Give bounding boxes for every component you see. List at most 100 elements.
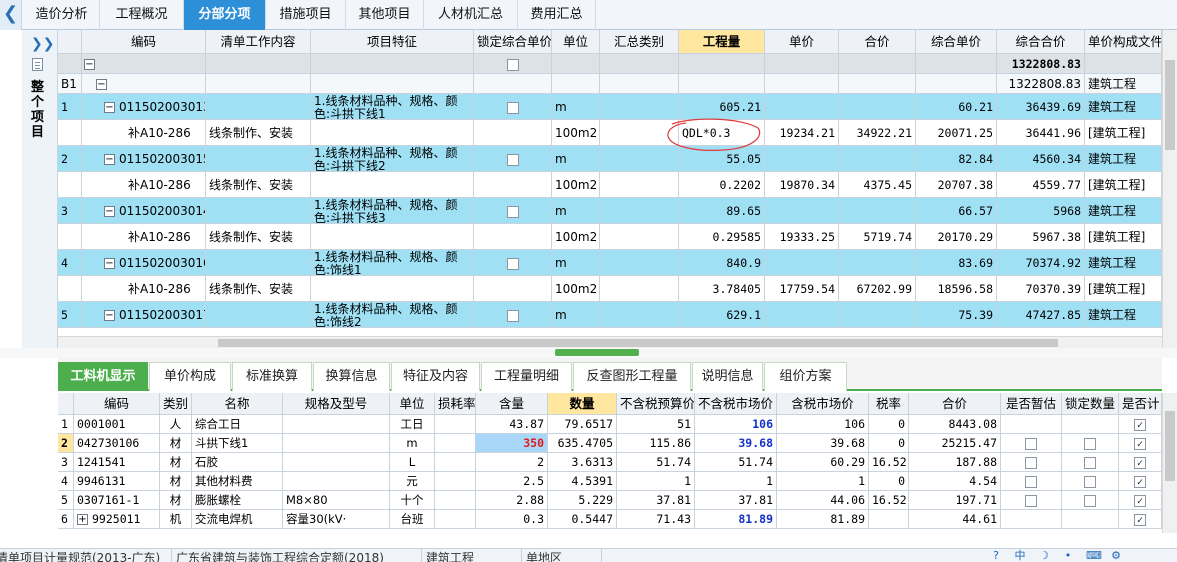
calc-checkbox[interactable]: [1134, 456, 1146, 469]
resource-cell-calc[interactable]: [1119, 415, 1162, 434]
cell-file[interactable]: 建筑工程: [1085, 302, 1162, 328]
detail-tab-8[interactable]: 组价方案: [764, 362, 847, 391]
est-checkbox[interactable]: [1025, 437, 1037, 450]
cell-cat[interactable]: [600, 94, 679, 120]
resource-cell-lock[interactable]: [1062, 472, 1119, 491]
calc-checkbox[interactable]: [1134, 513, 1146, 526]
cell-qty[interactable]: QDL*0.3: [679, 120, 765, 146]
resource-cell-budget[interactable]: 1: [617, 472, 695, 491]
input-method-icon[interactable]: 中: [1014, 550, 1026, 562]
cell-price[interactable]: 19870.34: [765, 172, 839, 198]
resource-header-code[interactable]: 编码: [74, 393, 160, 415]
resource-cell-budget[interactable]: 51: [617, 415, 695, 434]
detail-tab-2[interactable]: 标准换算: [232, 362, 312, 391]
top-tab-2[interactable]: 分部分项: [184, 0, 266, 30]
cell-comp_price[interactable]: 20707.38: [916, 172, 997, 198]
collapse-toggle-icon[interactable]: −: [104, 154, 115, 165]
cell-comp_total[interactable]: 4560.34: [997, 146, 1085, 172]
cell-comp_price[interactable]: 83.69: [916, 250, 997, 276]
cell-code[interactable]: −011502003015: [82, 146, 206, 172]
resource-cell-spec[interactable]: [283, 434, 390, 453]
cell-file[interactable]: [建筑工程]: [1085, 172, 1162, 198]
resource-cell-content[interactable]: 2: [476, 453, 548, 472]
cell-qty[interactable]: 89.65: [679, 198, 765, 224]
resource-cell-loss[interactable]: [435, 434, 476, 453]
cell-price[interactable]: [765, 302, 839, 328]
lock-price-checkbox[interactable]: [506, 101, 519, 114]
cell-file[interactable]: 建筑工程: [1085, 94, 1162, 120]
cell-work[interactable]: 线条制作、安装: [206, 172, 311, 198]
cell-unit[interactable]: m: [552, 146, 600, 172]
top-tab-1[interactable]: 工程概况: [100, 0, 184, 30]
cell-file[interactable]: [建筑工程]: [1085, 224, 1162, 250]
resource-header-lock[interactable]: 锁定数量: [1062, 393, 1119, 415]
cell-total[interactable]: [839, 302, 916, 328]
cell-code[interactable]: 补A10-286: [82, 120, 206, 146]
lock-price-checkbox[interactable]: [506, 257, 519, 270]
resource-header-spec[interactable]: 规格及型号: [283, 393, 390, 415]
resource-cell-code[interactable]: 0307161-1: [74, 491, 160, 510]
resource-cell-unit[interactable]: m: [390, 434, 435, 453]
cell-work[interactable]: [206, 94, 311, 120]
cell-qty[interactable]: 840.9: [679, 250, 765, 276]
cell-code[interactable]: 补A10-286: [82, 172, 206, 198]
resource-cell-lock[interactable]: [1062, 491, 1119, 510]
resource-cell-loss[interactable]: [435, 510, 476, 529]
upper-vertical-scrollbar[interactable]: [1162, 30, 1177, 348]
cell-qty[interactable]: 0.29585: [679, 224, 765, 250]
column-header-total[interactable]: 合价: [839, 30, 916, 54]
cell-unit[interactable]: m: [552, 198, 600, 224]
expand-panel-icon[interactable]: ❯❯: [31, 36, 54, 52]
root-cell-code[interactable]: −: [82, 54, 206, 74]
cell-total[interactable]: 5719.74: [839, 224, 916, 250]
column-header-file[interactable]: 单价构成文件: [1085, 30, 1162, 54]
collapse-root-icon[interactable]: −: [84, 59, 95, 70]
cell-qty[interactable]: 3.78405: [679, 276, 765, 302]
cell-qty[interactable]: 629.1: [679, 302, 765, 328]
resource-cell-name[interactable]: 其他材料费: [192, 472, 283, 491]
detail-tab-4[interactable]: 特征及内容: [391, 362, 480, 391]
cell-comp_price[interactable]: 66.57: [916, 198, 997, 224]
lock-price-checkbox[interactable]: [506, 58, 519, 71]
resource-cell-name[interactable]: 石胶: [192, 453, 283, 472]
resource-cell-spec[interactable]: M8×80: [283, 491, 390, 510]
top-tab-5[interactable]: 人材机汇总: [424, 0, 518, 30]
resource-cell-content[interactable]: 0.3: [476, 510, 548, 529]
resource-cell-loss[interactable]: [435, 453, 476, 472]
lower-vertical-scrollbar[interactable]: [1162, 393, 1177, 533]
resource-cell-calc[interactable]: [1119, 434, 1162, 453]
column-header-qty[interactable]: 工程量: [679, 30, 765, 54]
resource-header-type[interactable]: 类别: [160, 393, 192, 415]
cell-unit[interactable]: m: [552, 302, 600, 328]
resource-cell-budget[interactable]: 71.43: [617, 510, 695, 529]
cell-comp_total[interactable]: 47427.85: [997, 302, 1085, 328]
resource-cell-type[interactable]: 人: [160, 415, 192, 434]
settings-icon[interactable]: ⚙: [1110, 550, 1122, 562]
resource-cell-est[interactable]: [1001, 453, 1062, 472]
cell-code[interactable]: −011502003016: [82, 250, 206, 276]
cell-lock[interactable]: [474, 198, 552, 224]
resource-cell-tax_market[interactable]: 106: [777, 415, 869, 434]
resource-cell-total[interactable]: 197.71: [909, 491, 1001, 510]
resource-cell-type[interactable]: 机: [160, 510, 192, 529]
cell-unit[interactable]: 100m2: [552, 276, 600, 302]
est-checkbox[interactable]: [1025, 456, 1037, 469]
cell-unit[interactable]: 100m2: [552, 120, 600, 146]
cell-work[interactable]: [206, 302, 311, 328]
cell-work[interactable]: [206, 250, 311, 276]
resource-cell-total[interactable]: 4.54: [909, 472, 1001, 491]
resource-header-total[interactable]: 合价: [909, 393, 1001, 415]
cell-total[interactable]: [839, 94, 916, 120]
resource-cell-rate[interactable]: 16.52: [869, 491, 909, 510]
resource-cell-lock[interactable]: [1062, 453, 1119, 472]
resource-header-budget[interactable]: 不含税预算价: [617, 393, 695, 415]
project-tree-label[interactable]: 整个项目: [31, 80, 47, 140]
resource-cell-budget[interactable]: 37.81: [617, 491, 695, 510]
resource-cell-loss[interactable]: [435, 491, 476, 510]
cell-file[interactable]: [建筑工程]: [1085, 120, 1162, 146]
b1-cell-code[interactable]: −: [82, 74, 206, 94]
column-header-unit[interactable]: 单位: [552, 30, 600, 54]
cell-comp_price[interactable]: 18596.58: [916, 276, 997, 302]
resource-cell-market[interactable]: 106: [695, 415, 777, 434]
cell-total[interactable]: [839, 250, 916, 276]
